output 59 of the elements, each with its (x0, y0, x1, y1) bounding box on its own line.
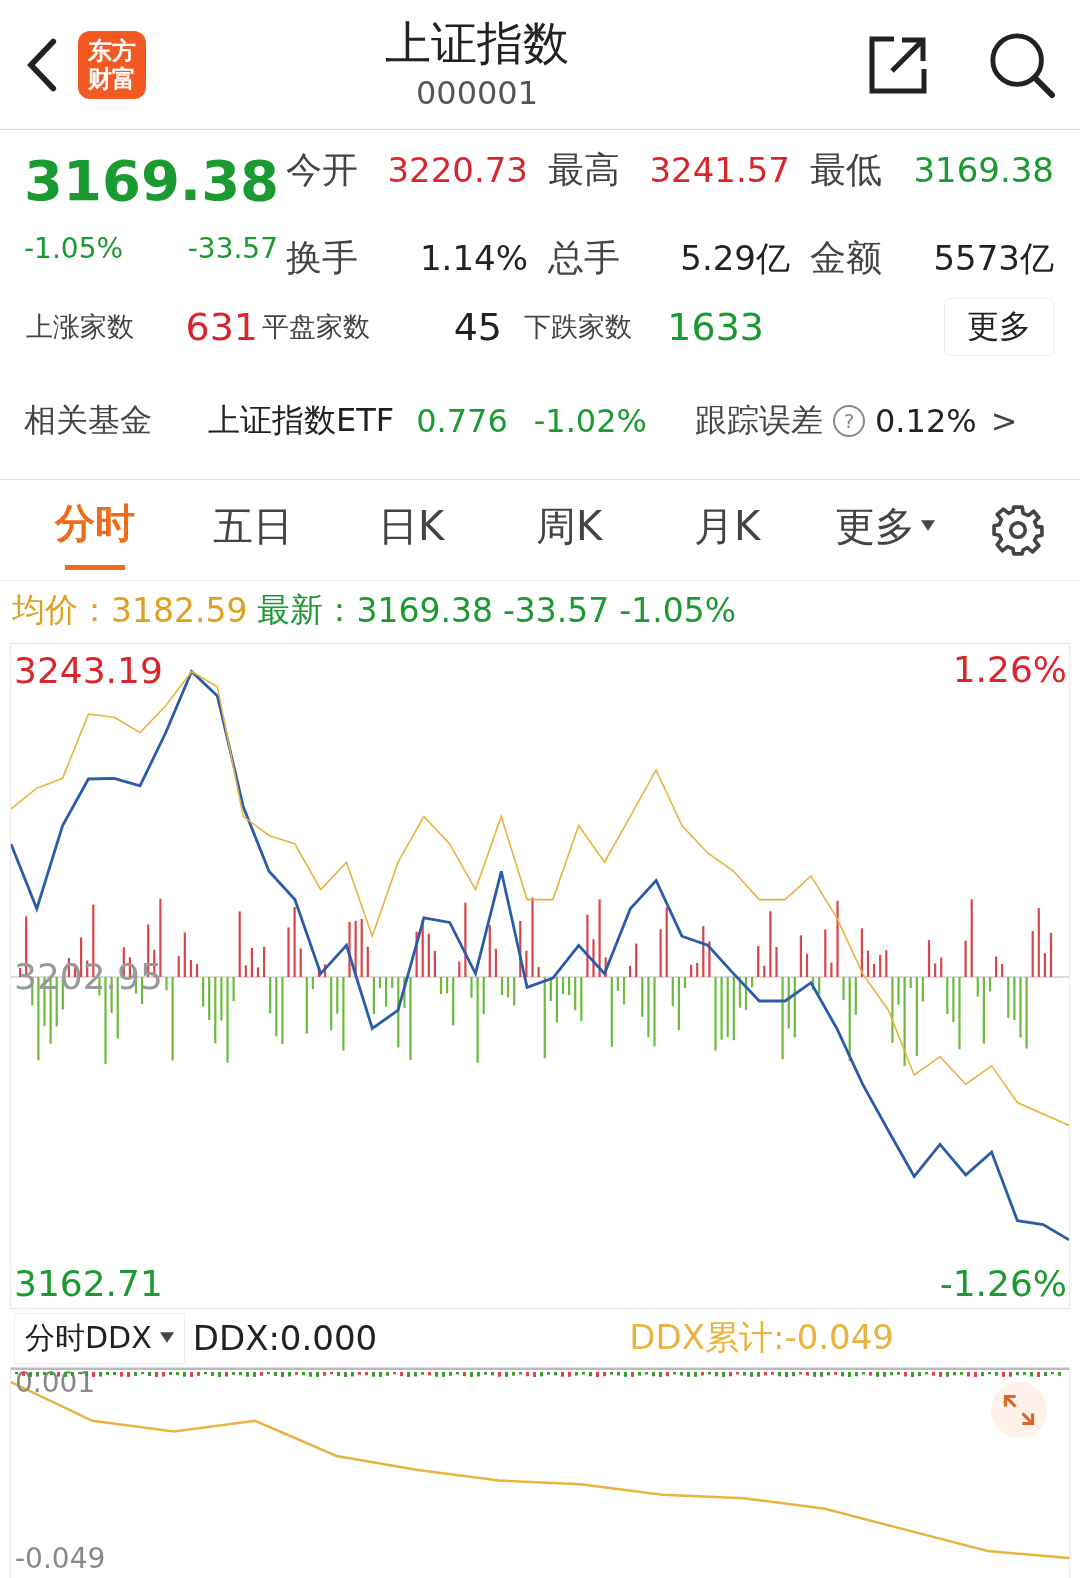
stat-value: 3220.73 (387, 150, 528, 190)
chart-tab[interactable]: 五日 (174, 485, 332, 575)
stat-value: 5573亿 (933, 237, 1054, 280)
stat-label: 金额 (810, 236, 882, 280)
share-icon[interactable] (868, 34, 928, 95)
breadth-label: 下跌家数 (524, 310, 632, 344)
page-title: 上证指数 (385, 14, 569, 71)
ddx-value: DDX:0.000 (192, 1318, 378, 1358)
help-icon[interactable]: ? (833, 404, 865, 437)
latest-percent: -1.05% (619, 590, 737, 630)
ddx-total: DDX累计:-0.049 (629, 1316, 894, 1359)
app-logo: 东方 财富 (78, 30, 146, 99)
stat-label: 最高 (548, 148, 620, 192)
latest-label: 最新： (257, 588, 357, 631)
chevron-icon[interactable]: > (990, 401, 1018, 440)
expand-icon (1002, 1393, 1036, 1427)
stat-value: 3169.38 (913, 150, 1054, 190)
stat-label: 最低 (810, 148, 882, 192)
axis-label: -0.049 (15, 1541, 106, 1575)
tracking-error-label: 跟踪误差 (695, 399, 823, 441)
chart-tab[interactable]: 日K (332, 485, 490, 575)
settings-icon[interactable] (992, 504, 1044, 556)
indicator-dropdown[interactable]: 分时DDX (14, 1312, 185, 1364)
expand-button[interactable] (991, 1382, 1047, 1438)
breadth-count: 1633 (667, 305, 764, 349)
change-percent: -1.05% (24, 232, 124, 265)
fund-label: 相关基金 (24, 399, 152, 441)
stat-value: 1.14% (420, 238, 528, 278)
latest-price: 3169.38 (356, 590, 493, 630)
axis-label: 1.26% (952, 650, 1067, 690)
fund-price: 0.776 (416, 401, 508, 440)
more-button[interactable]: 更多 (944, 298, 1054, 356)
tracking-error-value: 0.12% (875, 401, 977, 440)
fund-change: -1.02% (533, 401, 647, 440)
axis-label: 3162.71 (14, 1263, 163, 1305)
stat-value: 5.29亿 (680, 237, 790, 280)
average-price: 3182.59 (111, 590, 248, 630)
change-amount: -33.57 (187, 232, 278, 265)
caret-icon (921, 520, 935, 532)
chart-tab[interactable]: 周K (490, 485, 648, 575)
chart-tab[interactable]: 更多 (806, 485, 964, 575)
breadth-count: 631 (185, 305, 258, 349)
latest-change: -33.57 (502, 590, 610, 630)
stat-label: 换手 (286, 236, 358, 280)
axis-label: 3243.19 (14, 649, 163, 691)
breadth-label: 上涨家数 (26, 310, 134, 344)
breadth-label: 平盘家数 (262, 310, 370, 344)
average-label: 均价： (12, 588, 111, 631)
fund-name[interactable]: 上证指数ETF (208, 398, 395, 443)
chart-tab[interactable]: 月K (648, 485, 806, 575)
caret-icon (159, 1332, 174, 1344)
breadth-count: 45 (453, 305, 502, 349)
stock-code: 000001 (415, 72, 539, 114)
stat-label: 总手 (548, 236, 620, 280)
axis-label: -1.26% (939, 1264, 1067, 1304)
search-icon[interactable] (988, 30, 1056, 99)
last-price: 3169.38 (24, 147, 280, 215)
stat-value: 3241.57 (649, 150, 790, 190)
stat-label: 今开 (286, 148, 358, 192)
